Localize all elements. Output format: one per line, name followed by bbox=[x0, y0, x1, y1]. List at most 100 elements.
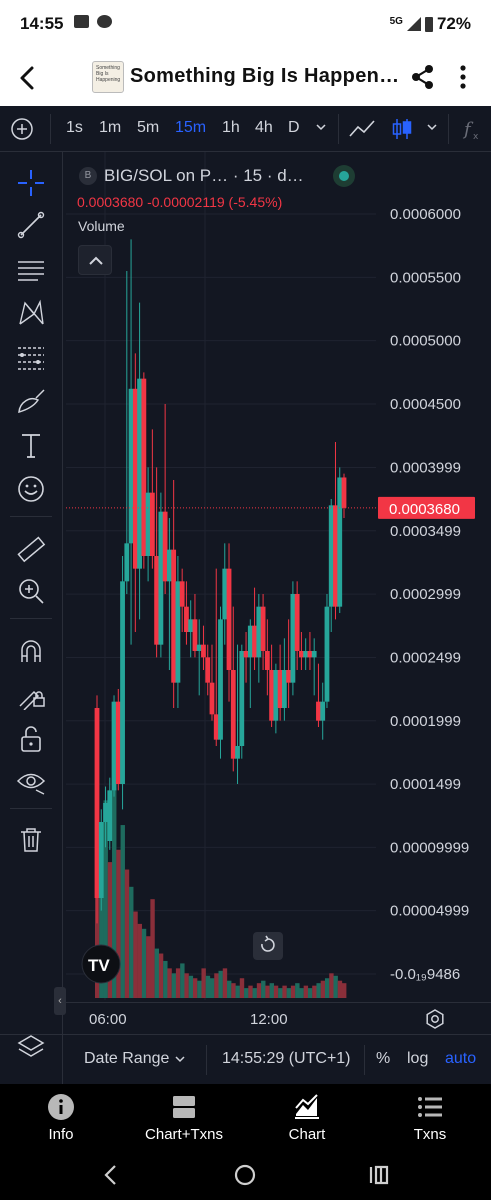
candle-body bbox=[154, 556, 160, 645]
share-button[interactable] bbox=[408, 62, 438, 92]
time-axis[interactable]: 06:00 12:00 bbox=[64, 1002, 491, 1034]
volume-bar bbox=[175, 968, 181, 998]
log-scale-toggle[interactable]: log bbox=[407, 1050, 428, 1068]
price-change-readout: 0.0003680 -0.00002119 (-5.45%) bbox=[77, 194, 283, 210]
price-tick: 0.0002499 bbox=[390, 649, 461, 666]
volume-bar bbox=[273, 985, 279, 998]
battery-level: 72% bbox=[436, 14, 471, 33]
auto-scale-toggle[interactable]: auto bbox=[445, 1050, 476, 1068]
volume-bar bbox=[205, 975, 211, 998]
volume-bar bbox=[320, 980, 326, 998]
alert-notification-icon bbox=[97, 15, 112, 28]
chart-bottom-bar: Date Range 14:55:29 (UTC+1) % log auto bbox=[0, 1034, 491, 1084]
symbol-chip: B bbox=[79, 167, 97, 185]
bottom-divider bbox=[364, 1045, 365, 1075]
volume-bar bbox=[209, 978, 215, 998]
volume-bar bbox=[337, 980, 343, 998]
volume-bar bbox=[248, 985, 253, 998]
timezone-clock[interactable]: 14:55:29 (UTC+1) bbox=[222, 1050, 351, 1068]
status-bar: 14:55 5G 72% bbox=[0, 0, 491, 50]
reset-view-button bbox=[253, 932, 283, 960]
candle-body bbox=[175, 581, 181, 683]
volume-bar bbox=[120, 825, 125, 998]
tab-chart[interactable]: Chart bbox=[257, 1092, 357, 1143]
candle-body bbox=[111, 701, 117, 791]
back-button[interactable] bbox=[12, 62, 44, 94]
volume-bar bbox=[329, 973, 334, 998]
candle-body bbox=[120, 581, 125, 784]
volume-bar bbox=[180, 963, 185, 998]
price-tick: 0.0005500 bbox=[390, 269, 461, 286]
volume-bar bbox=[192, 978, 198, 998]
volume-bar bbox=[171, 973, 177, 998]
candle-body bbox=[264, 651, 270, 670]
volume-bar bbox=[129, 886, 134, 998]
price-tick: 0.00009999 bbox=[390, 839, 469, 856]
price-tick: 0.0004500 bbox=[390, 396, 461, 413]
chart-legend: B BIG/SOL on P… · 15 · d… bbox=[75, 164, 355, 190]
price-tick: 0.0006000 bbox=[390, 206, 461, 223]
volume-label: Volume bbox=[78, 218, 125, 234]
price-tick: 0.00004999 bbox=[390, 903, 469, 920]
nav-recents-icon[interactable] bbox=[364, 1160, 394, 1190]
volume-bar bbox=[265, 985, 270, 998]
candle-body bbox=[162, 511, 168, 582]
candle-body bbox=[141, 378, 147, 556]
volume-bar bbox=[167, 968, 172, 998]
candle-body bbox=[115, 701, 121, 784]
volume-bar bbox=[124, 869, 130, 998]
tab-chart-txns[interactable]: Chart+Txns bbox=[134, 1092, 234, 1143]
candle-body bbox=[205, 657, 211, 683]
volume-bar bbox=[137, 923, 142, 998]
status-time: 14:55 bbox=[20, 14, 64, 33]
tab-info[interactable]: Info bbox=[11, 1092, 111, 1143]
volume-bar bbox=[290, 985, 296, 998]
volume-bar bbox=[150, 899, 155, 998]
volume-bar bbox=[184, 973, 189, 998]
chart-widget: 1s 1m 5m 15m 1h 4h D f x ‹ 0.0006000 0.0… bbox=[0, 106, 491, 1084]
candle-body bbox=[196, 644, 202, 651]
candle-body bbox=[333, 505, 338, 607]
candle-body bbox=[341, 477, 347, 508]
chevron-down-icon bbox=[175, 1056, 185, 1062]
chart-settings-gear-icon[interactable] bbox=[424, 1008, 446, 1030]
date-range-button[interactable]: Date Range bbox=[84, 1050, 186, 1068]
candlestick-chart[interactable]: 0.0006000 0.0005500 0.0005000 0.0004500 0.00… bbox=[0, 106, 491, 1084]
page-title: Something Big Is Happeni… bbox=[130, 65, 400, 87]
status-right: 5G 72% bbox=[390, 14, 471, 34]
tab-txns[interactable]: Txns bbox=[380, 1092, 480, 1143]
network-type: 5G bbox=[389, 15, 403, 27]
candle-body bbox=[239, 651, 245, 746]
symbol-name: BIG/SOL on P… bbox=[104, 166, 229, 185]
candle-body bbox=[290, 594, 296, 683]
more-vertical-icon bbox=[460, 65, 466, 89]
volume-bar bbox=[201, 968, 206, 998]
volume-bar bbox=[197, 980, 202, 998]
percent-scale-toggle[interactable]: % bbox=[376, 1050, 390, 1068]
price-tick: 0.0003999 bbox=[390, 459, 461, 476]
candle-body bbox=[94, 708, 100, 898]
candle-body bbox=[124, 543, 130, 582]
volume-bar bbox=[299, 988, 304, 998]
candle-body bbox=[192, 619, 198, 651]
legend-collapse-button[interactable] bbox=[78, 245, 112, 275]
price-tick: 0.0001499 bbox=[390, 776, 461, 793]
more-options-button[interactable] bbox=[448, 62, 478, 92]
nav-back-icon[interactable] bbox=[96, 1160, 126, 1190]
volume-bar bbox=[282, 985, 287, 998]
symbol-title[interactable]: BIG/SOL on P… · 15 · d… bbox=[104, 166, 304, 186]
volume-bar bbox=[239, 978, 245, 998]
candle-body bbox=[337, 477, 343, 607]
price-tick: -0.0₁₉9486 bbox=[390, 966, 460, 983]
volume-bar bbox=[222, 968, 228, 998]
price-tick: 0.0005000 bbox=[390, 333, 461, 350]
candle-body bbox=[132, 388, 138, 569]
nav-home-icon[interactable] bbox=[230, 1160, 260, 1190]
candle-body bbox=[307, 651, 313, 658]
volume-bar bbox=[256, 983, 262, 998]
volume-bar bbox=[235, 985, 240, 998]
candle-body bbox=[213, 714, 219, 740]
candle-body bbox=[256, 606, 262, 658]
tab-label: Txns bbox=[413, 1126, 447, 1143]
candle-body bbox=[286, 670, 292, 683]
